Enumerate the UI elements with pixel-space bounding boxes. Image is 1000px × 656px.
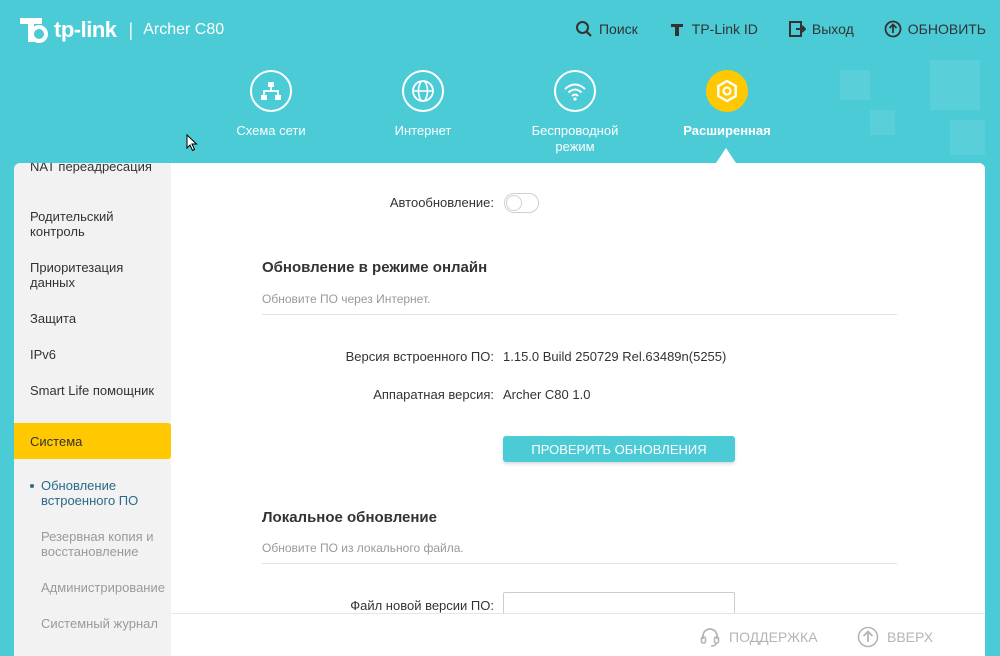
- toggle-knob: [506, 195, 522, 211]
- hardware-version-label: Аппаратная версия:: [373, 387, 494, 402]
- firmware-version-label: Версия встроенного ПО:: [345, 349, 494, 364]
- brand-name: tp-link: [54, 17, 117, 42]
- sidebar-item-system[interactable]: Система: [14, 423, 171, 459]
- sidebar-item-security[interactable]: Защита: [14, 311, 171, 326]
- refresh-button[interactable]: ОБНОВИТЬ: [884, 20, 986, 38]
- check-updates-button[interactable]: ПРОВЕРИТЬ ОБНОВЛЕНИЯ: [503, 436, 735, 462]
- nav-wireless[interactable]: Беспроводной режим: [499, 70, 651, 155]
- back-to-top-link[interactable]: ВВЕРХ: [857, 626, 933, 648]
- sidebar-subitem-firmware[interactable]: Обновление встроенного ПО: [14, 478, 171, 508]
- header-decoration: [930, 60, 980, 110]
- footer: ПОДДЕРЖКА ВВЕРХ: [171, 613, 985, 656]
- sidebar-item-parental[interactable]: Родительский контроль: [14, 209, 171, 239]
- nav-internet-label: Интернет: [394, 123, 452, 138]
- local-update-desc: Обновите ПО из локального файла.: [262, 541, 464, 555]
- search-button[interactable]: Поиск: [575, 20, 638, 38]
- support-label: ПОДДЕРЖКА: [729, 629, 818, 645]
- wifi-icon: [554, 70, 596, 112]
- sidebar-item-smart-life[interactable]: Smart Life помощник: [14, 383, 171, 398]
- nav-wireless-label: Беспроводной режим: [531, 123, 619, 154]
- firmware-version-value: 1.15.0 Build 250729 Rel.63489n(5255): [503, 349, 727, 364]
- sidebar-subitem-firmware-label: Обновление встроенного ПО: [41, 478, 139, 508]
- refresh-icon: [884, 20, 902, 38]
- auto-update-toggle[interactable]: [504, 193, 539, 213]
- tplink-id-icon: [670, 24, 683, 36]
- local-update-title: Локальное обновление: [262, 509, 437, 526]
- mouse-cursor-icon: [186, 134, 198, 152]
- support-link[interactable]: ПОДДЕРЖКА: [699, 626, 818, 648]
- section-divider: [262, 314, 897, 315]
- model-name: Archer C80: [143, 21, 225, 38]
- gear-icon: [706, 70, 748, 112]
- sidebar-subitem-backup[interactable]: Резервная копия и восстановление: [14, 529, 171, 559]
- online-update-desc: Обновите ПО через Интернет.: [262, 292, 431, 306]
- sidebar-subitem-syslog[interactable]: Системный журнал: [14, 616, 171, 631]
- header-decoration: [950, 120, 985, 155]
- sidebar: NAT переадресация Родительский контроль …: [14, 163, 171, 656]
- search-label: Поиск: [598, 21, 638, 37]
- logout-icon: [788, 21, 806, 37]
- refresh-label: ОБНОВИТЬ: [907, 21, 986, 37]
- logout-label: Выход: [811, 21, 854, 37]
- sidebar-subitem-admin[interactable]: Администрирование: [14, 580, 171, 595]
- content-panel: Автообновление: Обновление в режиме онла…: [171, 163, 985, 656]
- top-actions: Поиск TP-Link ID Выход ОБНОВИТЬ: [575, 20, 986, 38]
- logo: tp-link | Archer C80: [14, 12, 224, 48]
- header-decoration: [840, 70, 870, 100]
- nav-network-map-label: Схема сети: [236, 123, 306, 138]
- sidebar-item-nat[interactable]: NAT переадресация: [14, 163, 171, 174]
- search-icon: [575, 21, 592, 37]
- headset-icon: [700, 628, 720, 647]
- firmware-file-label: Файл новой версии ПО:: [350, 598, 494, 613]
- logout-button[interactable]: Выход: [788, 20, 854, 38]
- network-map-icon: [250, 70, 292, 112]
- arrow-up-circle-icon: [857, 626, 879, 648]
- auto-update-label: Автообновление:: [389, 195, 494, 210]
- nav-network-map[interactable]: Схема сети: [195, 70, 347, 155]
- top-bar: tp-link | Archer C80 Поиск TP-Link ID Вы…: [0, 0, 1000, 62]
- tplink-logo-icon: [14, 12, 50, 48]
- nav-internet[interactable]: Интернет: [347, 70, 499, 155]
- tplink-id-button[interactable]: TP-Link ID: [668, 20, 758, 38]
- current-dot: [30, 484, 34, 488]
- active-nav-caret: [716, 148, 736, 163]
- tplink-id-label: TP-Link ID: [691, 21, 758, 37]
- logo-separator: |: [128, 19, 134, 40]
- globe-icon: [402, 70, 444, 112]
- hardware-version-value: Archer C80 1.0: [503, 387, 591, 402]
- header-decoration: [870, 110, 895, 135]
- back-to-top-label: ВВЕРХ: [887, 629, 934, 645]
- nav-advanced-label: Расширенная: [683, 123, 771, 138]
- section-divider: [262, 563, 897, 564]
- nav-advanced[interactable]: Расширенная: [651, 70, 803, 155]
- main-nav: Схема сети Интернет Беспроводной режим Р…: [195, 70, 803, 155]
- sidebar-item-qos[interactable]: Приоритезация данных: [14, 260, 171, 290]
- online-update-title: Обновление в режиме онлайн: [262, 259, 488, 276]
- sidebar-item-ipv6[interactable]: IPv6: [14, 347, 171, 362]
